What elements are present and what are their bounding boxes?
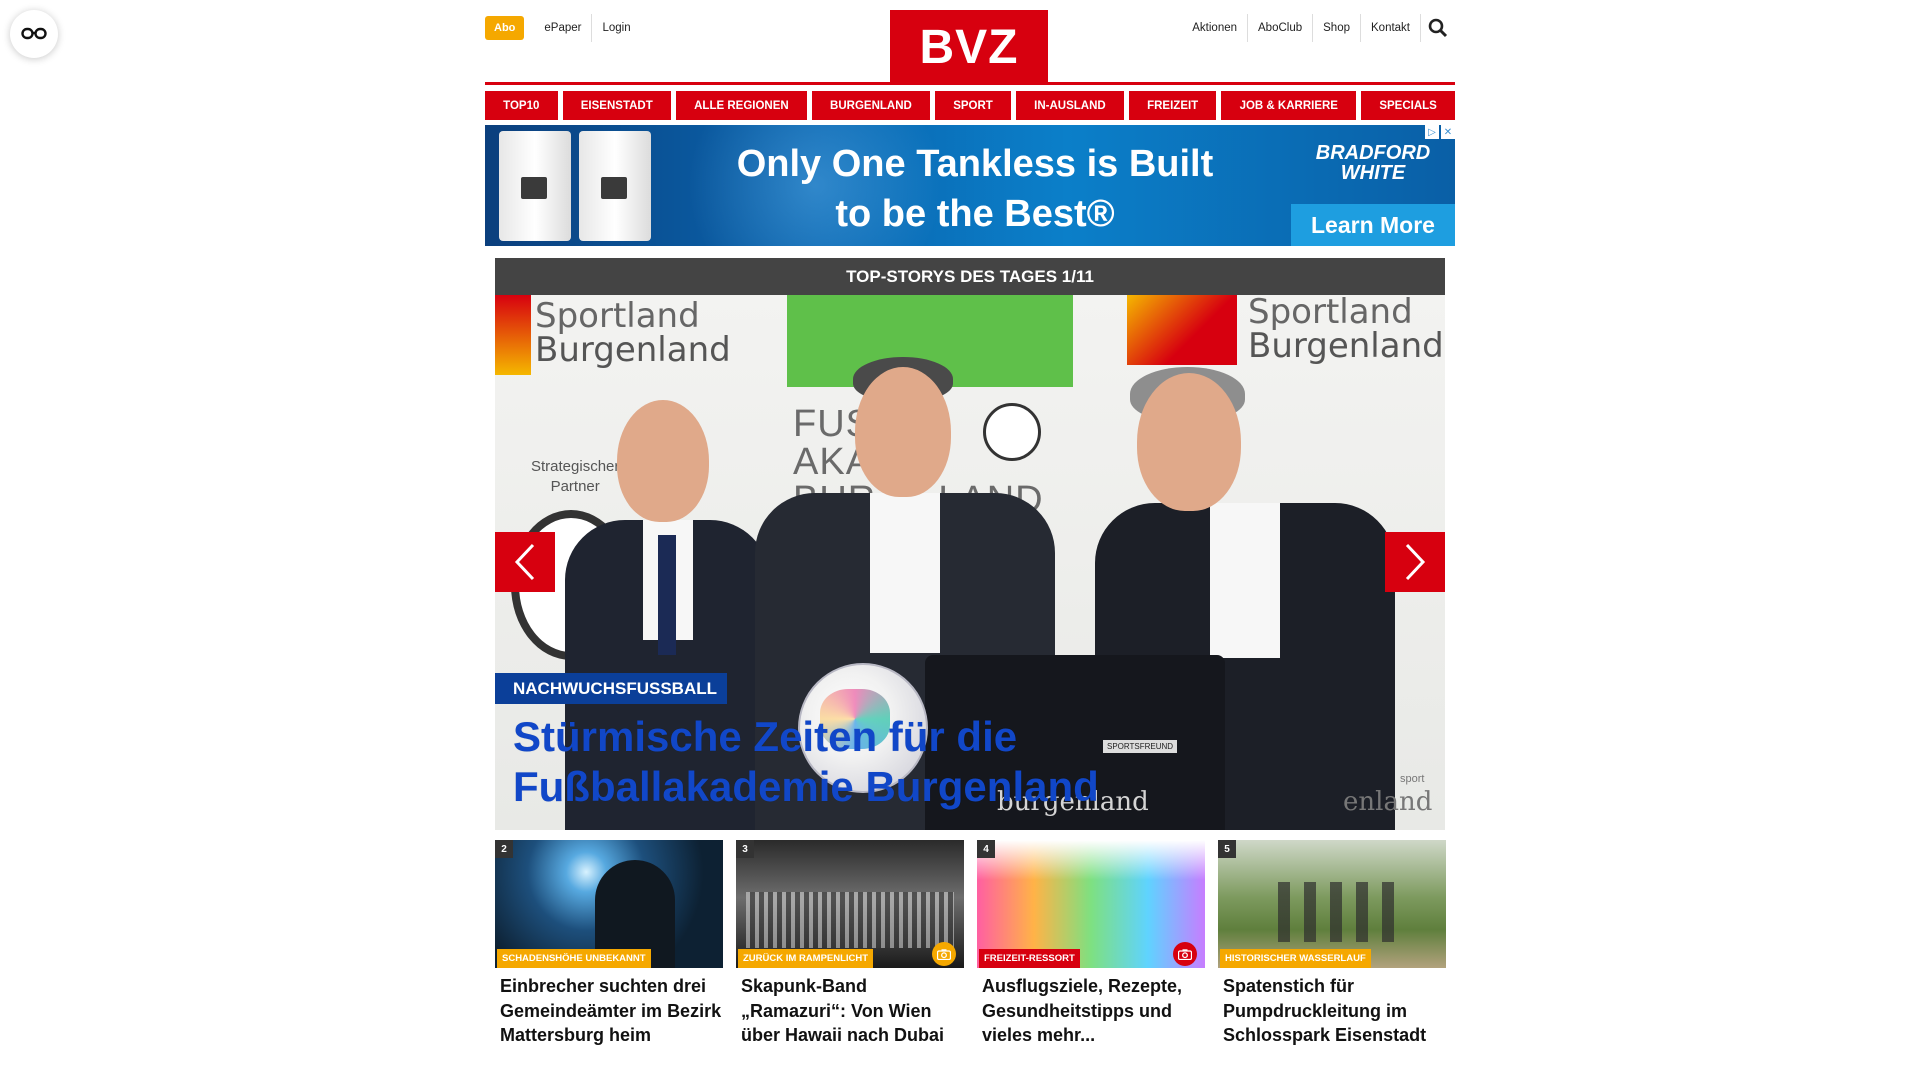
chevron-right-icon <box>1405 543 1426 581</box>
photo-flag-left <box>495 295 531 375</box>
photo-strategic-partner: Strategischer Partner <box>531 457 619 497</box>
photo-sportland-left-2: Burgenland <box>535 330 731 370</box>
aktionen-link[interactable]: Aktionen <box>1182 14 1249 42</box>
login-link[interactable]: Login <box>592 14 640 42</box>
thumb-people <box>1278 882 1398 942</box>
header-divider <box>485 82 1455 85</box>
teaser-cards: 2 SCHADENSHÖHE UNBEKANNT Einbrecher such… <box>495 840 1446 1048</box>
nav-item-burgenland[interactable]: BURGENLAND <box>811 91 931 120</box>
teaser-thumbnail[interactable]: 3 ZURÜCK IM RAMPENLICHT <box>736 840 964 968</box>
ad-banner[interactable]: Only One Tankless is Built to be the Bes… <box>485 125 1455 246</box>
photo-strat-line-1: Strategischer <box>531 458 620 475</box>
ad-brand-logo: BRADFORD WHITE <box>1315 142 1431 184</box>
abo-button[interactable]: Abo <box>485 16 525 40</box>
teaser-title[interactable]: Einbrecher suchten drei Gemeindeämter im… <box>495 974 723 1048</box>
teaser-tag: HISTORISCHER WASSERLAUF <box>1220 949 1371 968</box>
thumb-white-fade <box>977 840 1205 880</box>
teaser-tag: ZURÜCK IM RAMPENLICHT <box>738 949 874 968</box>
ad-learn-more-button[interactable]: Learn More <box>1291 204 1455 246</box>
camera-icon <box>1178 948 1192 960</box>
photo-sportland-left-1: Sportland <box>535 296 700 336</box>
teaser-number: 2 <box>495 840 513 858</box>
soccer-ball-icon <box>983 403 1041 461</box>
hero-slide[interactable]: Sportland Burgenland Sportland Burgenlan… <box>495 295 1445 830</box>
gallery-badge <box>1173 942 1197 966</box>
nav-item-job-karriere[interactable]: JOB & KARRIERE <box>1221 91 1357 120</box>
photo-sportland-right: Sportland Burgenland <box>1248 295 1444 363</box>
header-left-links: Abo ePaper Login <box>485 14 641 42</box>
nav-item-freizeit[interactable]: FREIZEIT <box>1128 91 1217 120</box>
page-container: Abo ePaper Login BVZ Aktionen AboClub Sh… <box>485 0 1456 1045</box>
chevron-left-icon <box>514 543 535 581</box>
hero-headline[interactable]: Stürmische Zeiten für die Fußballakademi… <box>513 712 1213 812</box>
photo-sportland-right-2: Burgenland <box>1248 326 1444 366</box>
nav-item-in-ausland[interactable]: IN-AUSLAND <box>1016 91 1124 120</box>
search-button[interactable] <box>1421 14 1455 42</box>
ad-product-image <box>493 131 663 241</box>
photo-right-logo: enland <box>1343 787 1433 817</box>
reader-mode-button[interactable] <box>10 10 58 58</box>
photo-flag-right <box>1127 295 1237 365</box>
adchoices-icon[interactable]: ▷ <box>1425 125 1439 139</box>
teaser-card[interactable]: 5 HISTORISCHER WASSERLAUF Spatenstich fü… <box>1218 840 1446 1048</box>
teaser-card[interactable]: 2 SCHADENSHÖHE UNBEKANNT Einbrecher such… <box>495 840 723 1048</box>
hero-kicker: NACHWUCHSFUSSBALL <box>495 673 727 704</box>
teaser-number: 4 <box>977 840 995 858</box>
teaser-number: 5 <box>1218 840 1236 858</box>
nav-item-sport[interactable]: SPORT <box>935 91 1011 120</box>
nav-item-top10[interactable]: TOP10 <box>485 91 558 120</box>
shop-link[interactable]: Shop <box>1313 14 1361 42</box>
nav-item-alle-regionen[interactable]: ALLE REGIONEN <box>675 91 807 120</box>
slider-next-button[interactable] <box>1385 532 1445 592</box>
teaser-thumbnail[interactable]: 5 HISTORISCHER WASSERLAUF <box>1218 840 1446 968</box>
search-icon <box>1428 18 1448 38</box>
teaser-thumbnail[interactable]: 4 FREIZEIT-RESSORT <box>977 840 1205 968</box>
camera-icon <box>937 948 951 960</box>
teaser-tag: FREIZEIT-RESSORT <box>979 949 1080 968</box>
teaser-title[interactable]: Skapunk-Band „Ramazuri“: Von Wien über H… <box>736 974 964 1048</box>
aboclub-link[interactable]: AboClub <box>1248 14 1314 42</box>
ad-choices[interactable]: ▷ ✕ <box>1425 125 1455 139</box>
photo-sportland-right-1: Sportland <box>1248 295 1413 332</box>
nav-item-specials[interactable]: SPECIALS <box>1361 91 1456 120</box>
teaser-card[interactable]: 3 ZURÜCK IM RAMPENLICHT Skapunk-Band „Ra… <box>736 840 964 1048</box>
epaper-link[interactable]: ePaper <box>534 14 593 42</box>
photo-sportland-left: Sportland Burgenland <box>535 299 731 367</box>
teaser-number: 3 <box>736 840 754 858</box>
teaser-title[interactable]: Spatenstich für Pumpdruckleitung im Schl… <box>1218 974 1446 1048</box>
slider-prev-button[interactable] <box>495 532 555 592</box>
photo-right-sport: sport <box>1400 773 1425 785</box>
nav-item-eisenstadt[interactable]: EISENSTADT <box>562 91 671 120</box>
teaser-thumbnail[interactable]: 2 SCHADENSHÖHE UNBEKANNT <box>495 840 723 968</box>
main-nav: TOP10 EISENSTADT ALLE REGIONEN BURGENLAN… <box>485 91 1456 120</box>
ad-close-icon[interactable]: ✕ <box>1441 125 1455 139</box>
teaser-title[interactable]: Ausflugsziele, Rezepte, Gesundheitstipps… <box>977 974 1205 1048</box>
photo-strat-line-2: Partner <box>550 478 600 495</box>
gallery-badge <box>932 942 956 966</box>
glasses-icon <box>21 27 47 40</box>
site-header: Abo ePaper Login BVZ Aktionen AboClub Sh… <box>485 0 1455 85</box>
teaser-tag: SCHADENSHÖHE UNBEKANNT <box>497 949 651 968</box>
bvz-logo[interactable]: BVZ <box>890 10 1048 84</box>
top-stories-heading: TOP-STORYS DES TAGES 1/11 <box>495 258 1445 295</box>
teaser-card[interactable]: 4 FREIZEIT-RESSORT Ausflugsziele, Rezept… <box>977 840 1205 1048</box>
thumb-crowd <box>746 892 954 948</box>
kontakt-link[interactable]: Kontakt <box>1361 14 1421 42</box>
ad-headline: Only One Tankless is Built to be the Bes… <box>736 143 1214 235</box>
header-right-links: Aktionen AboClub Shop Kontakt <box>1182 14 1455 42</box>
